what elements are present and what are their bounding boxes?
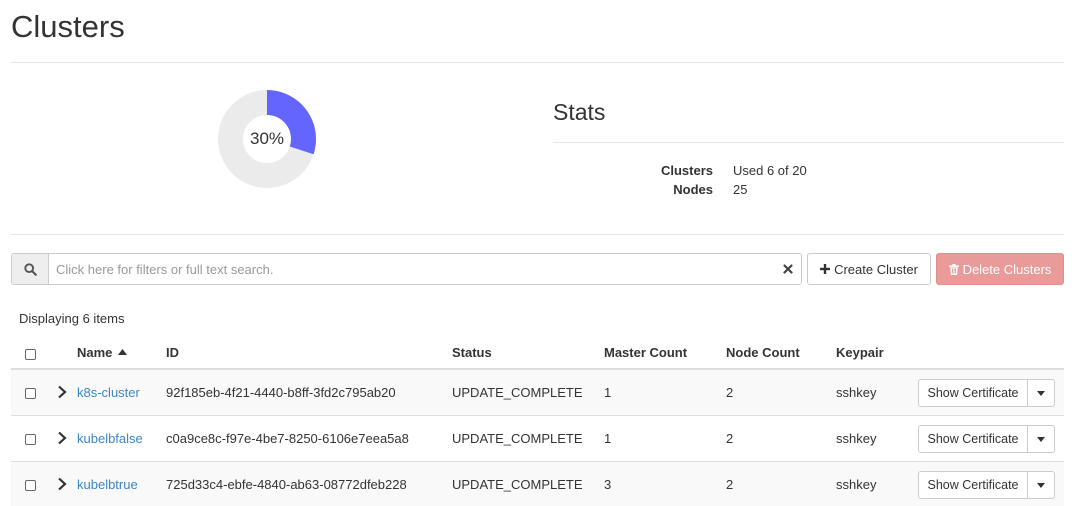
cluster-status: UPDATE_COMPLETE	[452, 477, 583, 492]
column-header-id[interactable]: ID	[166, 345, 179, 360]
cluster-id: 725d33c4-ebfe-4840-ab63-08772dfeb228	[166, 477, 407, 492]
table-row: k8s-cluster 92f185eb-4f21-4440-b8ff-3fd2…	[11, 370, 1064, 416]
donut-percent-label: 30%	[249, 129, 285, 148]
cluster-node-count: 2	[726, 431, 734, 446]
show-certificate-button[interactable]: Show Certificate	[918, 425, 1028, 453]
column-header-name[interactable]: Name	[77, 345, 128, 360]
chevron-right-icon[interactable]	[57, 477, 67, 491]
create-cluster-button[interactable]: Create Cluster	[807, 253, 931, 285]
close-icon[interactable]	[781, 262, 795, 276]
trash-icon	[948, 263, 959, 275]
cluster-id: c0a9ce8c-f97e-4be7-8250-6106e7eea5a8	[166, 431, 409, 446]
stats-title: Stats	[553, 99, 606, 125]
chevron-right-icon[interactable]	[57, 385, 67, 399]
row-actions-dropdown-toggle[interactable]	[1027, 471, 1055, 499]
table-row: kubelbtrue 725d33c4-ebfe-4840-ab63-08772…	[11, 462, 1064, 506]
column-header-name-label: Name	[77, 345, 113, 360]
quota-donut-chart: 30%	[218, 90, 316, 188]
divider	[11, 234, 1064, 235]
item-count: Displaying 6 items	[19, 311, 125, 326]
caret-down-icon	[1037, 390, 1045, 396]
stat-value: 25	[733, 182, 748, 197]
sort-ascending-icon	[118, 349, 128, 355]
cluster-node-count: 2	[726, 385, 734, 400]
row-actions: Show Certificate	[918, 425, 1055, 453]
cluster-status: UPDATE_COMPLETE	[452, 431, 583, 446]
column-header-node-count[interactable]: Node Count	[726, 345, 800, 360]
show-certificate-button[interactable]: Show Certificate	[918, 379, 1028, 407]
create-cluster-label: Create Cluster	[834, 261, 918, 277]
row-actions: Show Certificate	[918, 471, 1055, 499]
table-row: kubelbfalse c0a9ce8c-f97e-4be7-8250-6106…	[11, 416, 1064, 462]
delete-clusters-label: Delete Clusters	[962, 261, 1052, 277]
caret-down-icon	[1037, 436, 1045, 442]
cluster-keypair: sshkey	[836, 431, 877, 446]
clusters-table: Name ID Status Master Count Node Count K…	[11, 336, 1064, 506]
search-input[interactable]	[50, 254, 780, 284]
column-header-status[interactable]: Status	[452, 345, 492, 360]
cluster-node-count: 2	[726, 477, 734, 492]
caret-down-icon	[1037, 482, 1045, 488]
cluster-status: UPDATE_COMPLETE	[452, 385, 583, 400]
stat-row-clusters: Clusters Used 6 of 20	[553, 163, 953, 182]
select-all-checkbox[interactable]	[25, 349, 36, 360]
cluster-id: 92f185eb-4f21-4440-b8ff-3fd2c795ab20	[166, 385, 396, 400]
cluster-name-link[interactable]: kubelbtrue	[77, 477, 138, 492]
cluster-keypair: sshkey	[836, 477, 877, 492]
search-icon	[23, 262, 37, 276]
cluster-name-link[interactable]: kubelbfalse	[77, 431, 143, 446]
search-button[interactable]	[12, 254, 49, 284]
stats-divider	[553, 142, 1064, 143]
row-actions-dropdown-toggle[interactable]	[1027, 379, 1055, 407]
stat-value: Used 6 of 20	[733, 163, 807, 178]
table-header: Name ID Status Master Count Node Count K…	[11, 336, 1064, 370]
column-header-master-count[interactable]: Master Count	[604, 345, 687, 360]
chevron-right-icon[interactable]	[57, 431, 67, 445]
cluster-master-count: 1	[604, 431, 612, 446]
row-checkbox[interactable]	[25, 480, 36, 491]
row-checkbox[interactable]	[25, 434, 36, 445]
cluster-master-count: 3	[604, 477, 612, 492]
row-checkbox[interactable]	[25, 388, 36, 399]
stat-row-nodes: Nodes 25	[553, 182, 953, 201]
stat-key: Nodes	[673, 182, 713, 197]
row-actions-dropdown-toggle[interactable]	[1027, 425, 1055, 453]
stat-key: Clusters	[660, 163, 713, 178]
divider	[11, 62, 1064, 63]
row-actions: Show Certificate	[918, 379, 1055, 407]
filter-search-bar	[11, 253, 802, 285]
cluster-master-count: 1	[604, 385, 612, 400]
column-header-keypair[interactable]: Keypair	[836, 345, 884, 360]
page-title: Clusters	[11, 9, 125, 44]
cluster-name-link[interactable]: k8s-cluster	[77, 385, 140, 400]
delete-clusters-button[interactable]: Delete Clusters	[936, 253, 1064, 285]
cluster-keypair: sshkey	[836, 385, 877, 400]
show-certificate-button[interactable]: Show Certificate	[918, 471, 1028, 499]
plus-icon	[820, 264, 831, 274]
